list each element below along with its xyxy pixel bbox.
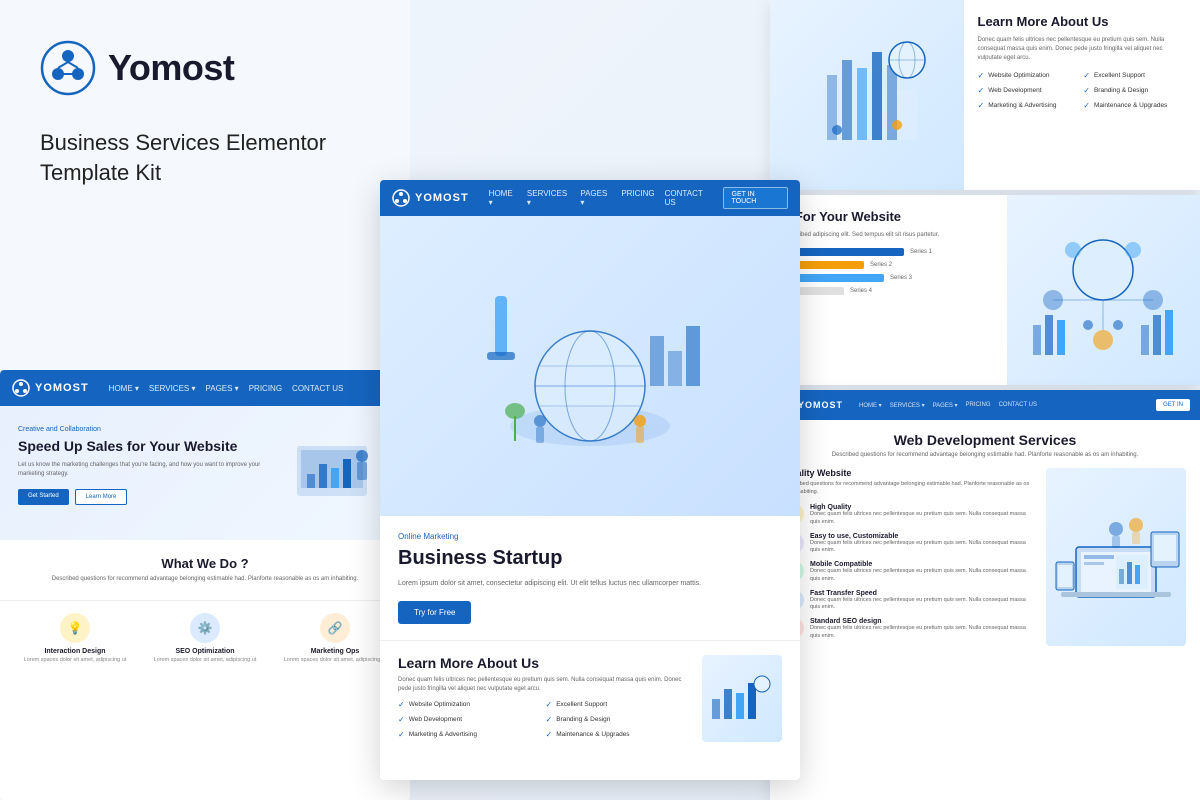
tr-card-1-text: Learn More About Us Donec quam felis ult… bbox=[964, 0, 1200, 190]
center-hero-desc: Lorem ipsum dolor sit amet, consectetur … bbox=[398, 578, 782, 589]
wd-feature-2-desc: Donec quam felis ultrices nec pellentesq… bbox=[810, 540, 1036, 555]
wd-feature-1-desc: Donec quam felis ultrices nec pellentesq… bbox=[810, 511, 1036, 526]
tr1-list-5: ✓Marketing & Advertising bbox=[978, 101, 1081, 110]
tr1-list-6: ✓Maintenance & Upgrades bbox=[1083, 101, 1186, 110]
wd-feature-4-desc: Donec quam felis ultrices nec pellentesq… bbox=[810, 597, 1036, 612]
left-section-desc: Described questions for recommend advant… bbox=[18, 575, 392, 584]
center-hero-cta[interactable]: Try for Free bbox=[398, 601, 471, 624]
feature-1-desc: Lorem spaces dolor sit amet, adipiscing … bbox=[10, 657, 140, 665]
left-preview-features: 💡 Interaction Design Lorem spaces dolor … bbox=[0, 600, 410, 677]
wd-quality-title: Quality Website bbox=[784, 468, 1036, 478]
feature-1-icon: 💡 bbox=[60, 613, 90, 643]
center-nav-cta[interactable]: GET IN TOUCH bbox=[723, 187, 789, 209]
tr-card-2-text: s For Your Website Described adipiscing … bbox=[770, 195, 1007, 385]
product-title: Business Services Elementor Template Kit bbox=[40, 128, 370, 187]
center-list-5: ✓Marketing & Advertising bbox=[398, 730, 543, 739]
feature-3-icon: 🔗 bbox=[320, 613, 350, 643]
left-preview-nav: YOMOST HOME ▾ SERVICES ▾ PAGES ▾ PRICING… bbox=[0, 370, 410, 406]
left-nav-links: HOME ▾ SERVICES ▾ PAGES ▾ PRICING CONTAC… bbox=[109, 384, 344, 393]
tr1-list-1: ✓Website Optimization bbox=[978, 71, 1081, 80]
left-hero-illustration bbox=[272, 426, 392, 526]
feature-2-desc: Lorem spaces dolor sit amet, adipiscing … bbox=[140, 657, 270, 665]
top-right-card-1: Learn More About Us Donec quam felis ult… bbox=[770, 0, 1200, 190]
wd-feature-1-title: High Quality bbox=[810, 504, 1036, 511]
center-preview-card: YOMOST HOME ▾ SERVICES ▾ PAGES ▾ PRICING… bbox=[380, 180, 800, 780]
center-learn-desc: Donec quam felis ultrices nec pellentesq… bbox=[398, 676, 690, 694]
wd-feature-4: ⚡ Fast Transfer Speed Donec quam felis u… bbox=[784, 590, 1036, 612]
wd-nav-brand: YOMOST bbox=[798, 400, 843, 410]
left-nav-brand: YOMOST bbox=[35, 382, 89, 394]
center-list-2: ✓Excellent Support bbox=[546, 700, 691, 709]
tr-card-2-title: s For Your Website bbox=[784, 209, 993, 226]
tr-card-2-illustration bbox=[1007, 195, 1200, 385]
feature-2-icon: ⚙️ bbox=[190, 613, 220, 643]
feature-1-label: Interaction Design bbox=[10, 648, 140, 655]
center-list-4: ✓Branding & Design bbox=[546, 715, 691, 724]
left-hero-primary-btn[interactable]: Get Started bbox=[18, 489, 69, 505]
left-preview-card: YOMOST HOME ▾ SERVICES ▾ PAGES ▾ PRICING… bbox=[0, 370, 410, 800]
center-list-1: ✓Website Optimization bbox=[398, 700, 543, 709]
left-preview-hero: Creative and Collaboration Speed Up Sale… bbox=[0, 406, 410, 540]
top-right-card-2: s For Your Website Described adipiscing … bbox=[770, 195, 1200, 385]
left-hero-title: Speed Up Sales for Your Website bbox=[18, 437, 262, 455]
left-nav-logo: YOMOST bbox=[12, 379, 89, 397]
left-preview-section: What We Do ? Described questions for rec… bbox=[0, 540, 410, 600]
wd-feature-5-title: Standard SEO design bbox=[810, 618, 1036, 625]
left-hero-desc: Let us know the marketing challenges tha… bbox=[18, 461, 262, 479]
wd-left: Quality Website Described questions for … bbox=[784, 468, 1036, 646]
tr-card-1-title: Learn More About Us bbox=[978, 14, 1187, 31]
wd-nav-cta[interactable]: GET IN bbox=[1156, 399, 1190, 411]
center-hero-illustration bbox=[380, 216, 800, 516]
wd-feature-3: 📱 Mobile Compatible Donec quam felis ult… bbox=[784, 561, 1036, 583]
center-hero-label: Online Marketing bbox=[398, 532, 782, 541]
left-feature-1: 💡 Interaction Design Lorem spaces dolor … bbox=[10, 613, 140, 665]
center-list-3: ✓Web Development bbox=[398, 715, 543, 724]
wd-desc: Described questions for recommend advant… bbox=[784, 452, 1186, 458]
center-hero-title: Business Startup bbox=[398, 546, 782, 570]
wd-content: Web Development Services Described quest… bbox=[770, 420, 1200, 658]
tr-card-2-desc: Described adipiscing elit. Sed tempus el… bbox=[784, 231, 993, 240]
center-list-6: ✓Maintenance & Upgrades bbox=[546, 730, 691, 739]
tr1-list-2: ✓Excellent Support bbox=[1083, 71, 1186, 80]
center-learn-section: Learn More About Us Donec quam felis ult… bbox=[380, 640, 800, 756]
wd-feature-5-desc: Donec quam felis ultrices nec pellentesq… bbox=[810, 625, 1036, 640]
brand-logo-icon bbox=[40, 40, 96, 96]
wd-feature-2-title: Easy to use, Customizable bbox=[810, 533, 1036, 540]
wd-feature-5: 🔍 Standard SEO design Donec quam felis u… bbox=[784, 618, 1036, 640]
center-nav-links: HOME ▾ SERVICES ▾ PAGES ▾ PRICING CONTAC… bbox=[489, 189, 713, 207]
brand-name: Yomost bbox=[108, 47, 234, 89]
center-nav-brand: YOMOST bbox=[415, 192, 469, 204]
tr-card-1-illustration bbox=[770, 0, 964, 190]
wd-quality-desc: Described questions for recommend advant… bbox=[784, 481, 1036, 496]
wd-body: Quality Website Described questions for … bbox=[784, 468, 1186, 646]
left-section-title: What We Do ? bbox=[18, 556, 392, 571]
wd-nav-links: HOME ▾ SERVICES ▾ PAGES ▾ PRICING CONTAC… bbox=[859, 402, 1037, 409]
bottom-right-card-3: YOMOST HOME ▾ SERVICES ▾ PAGES ▾ PRICING… bbox=[770, 390, 1200, 800]
center-nav: YOMOST HOME ▾ SERVICES ▾ PAGES ▾ PRICING… bbox=[380, 180, 800, 216]
wd-feature-2: ⚙ Easy to use, Customizable Donec quam f… bbox=[784, 533, 1036, 555]
left-hero-label: Creative and Collaboration bbox=[18, 426, 262, 433]
feature-2-label: SEO Optimization bbox=[140, 648, 270, 655]
tr-card-1-desc: Donec quam felis ultrices nec pellentesq… bbox=[978, 36, 1187, 63]
wd-nav: YOMOST HOME ▾ SERVICES ▾ PAGES ▾ PRICING… bbox=[770, 390, 1200, 420]
logo-area: Yomost bbox=[40, 40, 370, 96]
tr1-list-3: ✓Web Development bbox=[978, 86, 1081, 95]
center-learn-title: Learn More About Us bbox=[398, 655, 690, 671]
left-feature-2: ⚙️ SEO Optimization Lorem spaces dolor s… bbox=[140, 613, 270, 665]
wd-title: Web Development Services bbox=[784, 432, 1186, 448]
center-nav-logo: YOMOST bbox=[392, 189, 469, 207]
wd-feature-4-title: Fast Transfer Speed bbox=[810, 590, 1036, 597]
tr1-list-4: ✓Branding & Design bbox=[1083, 86, 1186, 95]
wd-feature-3-desc: Donec quam felis ultrices nec pellentesq… bbox=[810, 568, 1036, 583]
wd-feature-1: ★ High Quality Donec quam felis ultrices… bbox=[784, 504, 1036, 526]
center-hero-content: Online Marketing Business Startup Lorem … bbox=[380, 516, 800, 640]
wd-illustration bbox=[1046, 468, 1186, 646]
wd-feature-3-title: Mobile Compatible bbox=[810, 561, 1036, 568]
left-hero-secondary-btn[interactable]: Learn More bbox=[75, 489, 128, 505]
